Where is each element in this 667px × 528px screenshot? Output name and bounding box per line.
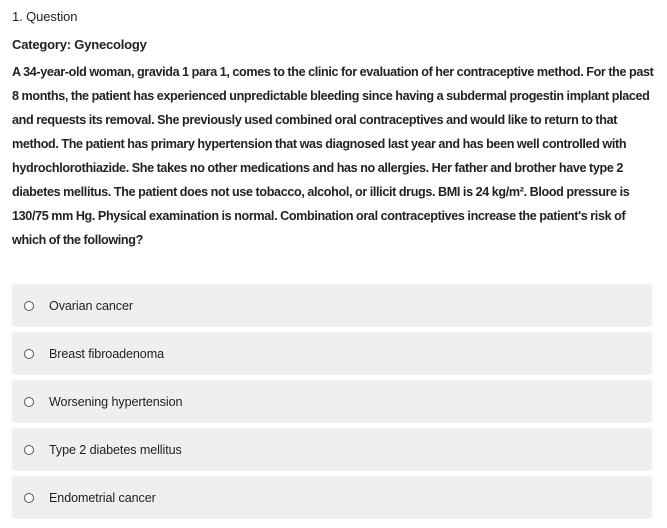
answer-option-label: Endometrial cancer (49, 490, 156, 505)
stem-line: A 34-year-old woman, gravida 1 para 1, c… (12, 65, 654, 79)
answer-option-breast-fibroadenoma[interactable]: Breast fibroadenoma (12, 332, 652, 375)
stem-line: diabetes mellitus. The patient does not … (12, 185, 630, 199)
radio-button[interactable] (24, 348, 34, 359)
answer-option-type-2-diabetes[interactable]: Type 2 diabetes mellitus (12, 428, 652, 471)
answer-options: Ovarian cancer Breast fibroadenoma Worse… (12, 284, 652, 524)
question-stem: A 34-year-old woman, gravida 1 para 1, c… (12, 60, 657, 252)
question-header: 1. Question (12, 9, 78, 24)
radio-button[interactable] (24, 396, 34, 407)
answer-option-label: Breast fibroadenoma (49, 346, 165, 361)
question-category: Category: Gynecology (12, 37, 147, 52)
stem-line: method. The patient has primary hyperten… (12, 137, 627, 151)
stem-line: and requests its removal. She previously… (12, 113, 618, 127)
radio-button[interactable] (24, 300, 34, 311)
stem-line: hydrochlorothiazide. She takes no other … (12, 161, 624, 175)
stem-line: 130/75 mm Hg. Physical examination is no… (12, 209, 626, 223)
answer-option-label: Ovarian cancer (49, 298, 133, 313)
answer-option-label: Type 2 diabetes mellitus (49, 442, 182, 457)
answer-option-worsening-hypertension[interactable]: Worsening hypertension (12, 380, 652, 423)
answer-option-ovarian-cancer[interactable]: Ovarian cancer (12, 284, 652, 327)
answer-option-label: Worsening hypertension (49, 394, 183, 409)
stem-line: which of the following? (12, 233, 143, 247)
radio-button[interactable] (24, 492, 34, 503)
answer-option-endometrial-cancer[interactable]: Endometrial cancer (12, 476, 652, 519)
radio-button[interactable] (24, 444, 34, 455)
stem-line: 8 months, the patient has experienced un… (12, 89, 650, 103)
